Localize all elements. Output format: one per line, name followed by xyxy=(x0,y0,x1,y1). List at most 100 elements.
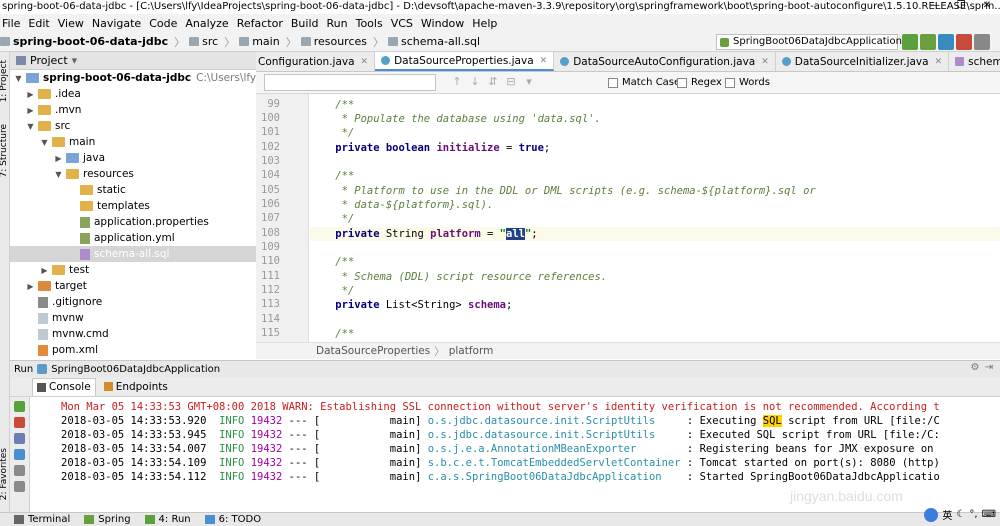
menu-vcs[interactable]: VCS xyxy=(391,17,413,30)
menu-navigate[interactable]: Navigate xyxy=(92,17,141,30)
text-file-icon xyxy=(38,296,48,308)
breadcrumb-src[interactable]: src xyxy=(189,35,218,48)
run-toolbar xyxy=(10,397,30,512)
line-number: 113 xyxy=(261,298,280,310)
source-folder-icon xyxy=(66,153,79,163)
tree-item-templates[interactable]: templates xyxy=(80,198,150,214)
console-icon xyxy=(37,382,46,392)
maximize-button[interactable]: ❐ xyxy=(948,0,974,14)
tab-datasourceautoconfiguration-java[interactable]: DataSourceAutoConfiguration.java ✕ xyxy=(554,52,776,71)
select-all-occurrences-icon[interactable]: ⇵ xyxy=(484,75,502,88)
close-tab-icon[interactable]: ✕ xyxy=(935,57,943,67)
tree-item-resources[interactable]: ▼ resources xyxy=(54,166,133,182)
tool-run[interactable]: 4: Run xyxy=(144,514,191,525)
run-icon xyxy=(144,515,155,524)
tab-datasourceproperties-java[interactable]: DataSourceProperties.java ✕ xyxy=(375,52,555,71)
search-input[interactable] xyxy=(264,74,436,91)
coverage-icon[interactable] xyxy=(938,34,954,50)
menu-window[interactable]: Window xyxy=(421,17,464,30)
next-occurrence-icon[interactable]: ↓ xyxy=(466,75,484,88)
menu-help[interactable]: Help xyxy=(472,17,497,30)
settings-icon[interactable] xyxy=(974,34,990,50)
tree-item-java[interactable]: ▶ java xyxy=(54,150,105,166)
run-configuration-select[interactable]: SpringBoot06DataJdbcApplication xyxy=(716,34,902,50)
sql-file-icon xyxy=(388,37,399,46)
close-button[interactable]: ✕ xyxy=(974,0,1000,14)
tab-schema-all-sql[interactable]: schema-all.sql✕ xyxy=(949,52,1000,71)
hide-panel-icon[interactable]: ⇥ xyxy=(982,362,996,373)
tree-item-gitignore[interactable]: .gitignore xyxy=(38,294,102,310)
tree-item-application-properties[interactable]: application.properties xyxy=(80,214,209,230)
tree-item-target[interactable]: ▶ target xyxy=(26,278,87,294)
breadcrumb-project[interactable]: spring-boot-06-data-jdbc xyxy=(0,35,168,48)
editor-breadcrumb-field[interactable]: platform xyxy=(449,345,494,357)
breadcrumb-file[interactable]: schema-all.sql xyxy=(388,35,480,48)
camera-icon[interactable] xyxy=(14,449,25,460)
minimize-button[interactable]: — xyxy=(922,0,948,14)
tab-structure[interactable]: 7: Structure xyxy=(0,124,9,178)
run-panel-config[interactable]: SpringBoot06DataJdbcApplication xyxy=(51,364,220,375)
tab-project[interactable]: 1: Project xyxy=(0,60,9,102)
tree-item-static[interactable]: static xyxy=(80,182,126,198)
tree-item-schema-all-sql[interactable]: schema-all.sql xyxy=(10,246,256,262)
code-line: */ xyxy=(310,213,355,225)
menu-edit[interactable]: Edit xyxy=(28,17,49,30)
debug-icon[interactable] xyxy=(920,34,936,50)
tree-item-root[interactable]: ▼spring-boot-06-data-jdbcC:\Users\lfy\Id… xyxy=(14,70,256,86)
close-tab-icon[interactable]: ✕ xyxy=(761,57,769,67)
tree-item-mvn[interactable]: ▶ .mvn xyxy=(26,102,81,118)
match-case-checkbox[interactable]: Match Case xyxy=(608,77,680,88)
tree-item-mvnw-cmd[interactable]: mvnw.cmd xyxy=(38,326,109,342)
settings-icon[interactable]: ⚙ xyxy=(968,362,982,373)
menu-code[interactable]: Code xyxy=(149,17,177,30)
project-icon xyxy=(16,56,26,65)
tool-spring[interactable]: Spring xyxy=(84,514,131,525)
print-icon[interactable] xyxy=(14,465,25,476)
menu-file[interactable]: File xyxy=(2,17,20,30)
project-panel-header[interactable]: Project ▾ xyxy=(10,52,256,70)
tab-favorites[interactable]: 2: Favorites xyxy=(0,448,9,500)
stop-icon[interactable] xyxy=(956,34,972,50)
ime-language[interactable]: 英 xyxy=(942,507,952,522)
previous-occurrence-icon[interactable]: ↑ xyxy=(448,75,466,88)
rerun-icon[interactable] xyxy=(14,401,25,412)
tool-terminal[interactable]: Terminal xyxy=(14,514,70,525)
close-tab-icon[interactable]: ✕ xyxy=(540,56,548,66)
stop-icon[interactable] xyxy=(14,417,25,428)
words-checkbox[interactable]: Words xyxy=(725,77,770,88)
tree-item-test[interactable]: ▶ test xyxy=(40,262,89,278)
breadcrumb-resources[interactable]: resources xyxy=(300,35,367,48)
todo-icon xyxy=(204,515,215,524)
tab-datasourceinitializer-java[interactable]: DataSourceInitializer.java ✕ xyxy=(776,52,950,71)
tree-item-mvnw[interactable]: mvnw xyxy=(38,310,84,326)
menu-tools[interactable]: Tools xyxy=(356,17,383,30)
menu-view[interactable]: View xyxy=(58,17,84,30)
regex-checkbox[interactable]: Regex xyxy=(677,77,722,88)
trash-icon[interactable] xyxy=(14,481,25,492)
tree-item-application-yml[interactable]: application.yml xyxy=(80,230,175,246)
line-number: 102 xyxy=(261,141,280,153)
menu-run[interactable]: Run xyxy=(327,17,348,30)
find-filter-icon[interactable]: ⊟ xyxy=(502,75,520,88)
tree-item-idea[interactable]: ▶ .idea xyxy=(26,86,80,102)
find-options-icon[interactable]: ▾ xyxy=(520,75,538,88)
tab-console[interactable]: Console xyxy=(32,377,96,396)
menu-analyze[interactable]: Analyze xyxy=(185,17,228,30)
editor-breadcrumb-class[interactable]: DataSourceProperties xyxy=(316,345,430,357)
window-controls: — ❐ ✕ xyxy=(922,0,1000,14)
breadcrumb-main[interactable]: main xyxy=(239,35,280,48)
tree-item-main[interactable]: ▼ main xyxy=(40,134,95,150)
run-icon[interactable] xyxy=(902,34,918,50)
menu-refactor[interactable]: Refactor xyxy=(237,17,283,30)
system-tray: 英 ☾ °, ⌨ xyxy=(920,507,996,522)
menu-build[interactable]: Build xyxy=(291,17,319,30)
tool-todo[interactable]: 6: TODO xyxy=(204,514,261,525)
tree-item-pom-xml[interactable]: pom.xml xyxy=(38,342,98,358)
restore-layout-icon[interactable] xyxy=(14,433,25,444)
tree-item-src[interactable]: ▼ src xyxy=(26,118,70,134)
close-tab-icon[interactable]: ✕ xyxy=(361,57,369,67)
tab-endpoints[interactable]: Endpoints xyxy=(100,378,172,396)
code-editor[interactable]: /** * Populate the database using 'data.… xyxy=(310,94,1000,342)
tab-configuration-java[interactable]: Configuration.java ✕ xyxy=(256,52,376,71)
line-number-gutter: 99 100 101 102 103 104 105 106 107 108 1… xyxy=(256,94,309,342)
